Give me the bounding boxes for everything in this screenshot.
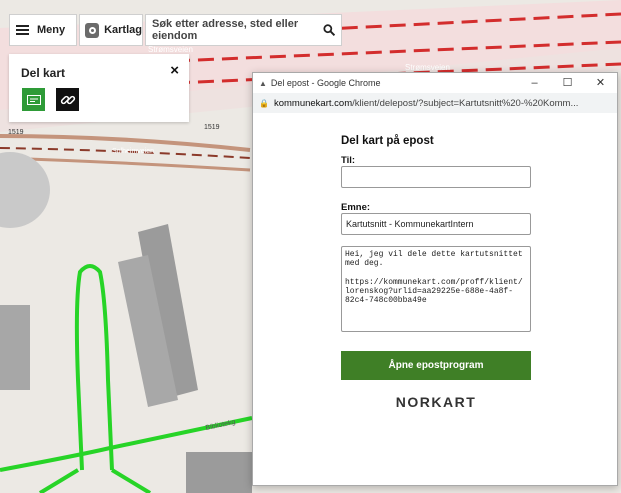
map-toolbar: Meny Kartlag Søk etter adresse, sted ell… [9, 14, 342, 46]
search-icon[interactable] [323, 23, 335, 37]
menu-label: Meny [37, 24, 66, 36]
message-field[interactable]: Hei, jeg vil dele dette kartutsnittet me… [341, 246, 531, 332]
share-email-button[interactable] [22, 88, 45, 111]
close-window-button[interactable]: ✕ [584, 73, 617, 93]
link-icon [60, 95, 75, 104]
street-label: Strømsveien [148, 45, 193, 54]
street-label: Solheimveien [112, 148, 154, 155]
address-bar[interactable]: 🔒 kommunekart.com/klient/delepost/?subje… [253, 93, 617, 113]
share-map-panel: Del kart × [9, 54, 189, 122]
lock-icon: 🔒 [259, 98, 269, 108]
minimize-button[interactable]: – [518, 73, 551, 93]
window-title: Del epost - Google Chrome [270, 78, 381, 88]
share-panel-title: Del kart [21, 66, 66, 80]
search-input[interactable]: Søk etter adresse, sted eller eiendom [145, 14, 342, 46]
share-panel-close-button[interactable]: × [170, 62, 179, 79]
open-email-program-button[interactable]: Åpne epostprogram [341, 351, 531, 380]
search-placeholder: Søk etter adresse, sted eller eiendom [152, 18, 299, 42]
layers-button[interactable]: Kartlag [79, 14, 143, 46]
street-label: 1519 [8, 129, 24, 136]
layers-icon [85, 22, 100, 38]
email-share-window: ▲ Del epost - Google Chrome – ☐ ✕ 🔒 komm… [252, 72, 618, 486]
layers-label: Kartlag [104, 24, 142, 36]
url-path: /klient/delepost/?subject=Kartutsnitt%20… [352, 97, 579, 109]
subject-field[interactable] [341, 213, 531, 235]
street-label: 1519 [204, 124, 220, 131]
window-titlebar[interactable]: ▲ Del epost - Google Chrome – ☐ ✕ [253, 73, 617, 93]
maximize-button[interactable]: ☐ [551, 73, 584, 93]
hamburger-icon [16, 25, 29, 35]
to-field[interactable] [341, 166, 531, 188]
share-link-button[interactable] [56, 88, 79, 111]
subject-label: Emne: [341, 202, 371, 213]
menu-button[interactable]: Meny [9, 14, 77, 46]
share-email-form: Del kart på epost Til: Emne: Hei, jeg vi… [341, 135, 531, 410]
email-icon [26, 94, 41, 105]
street-label: Strømsveien [405, 63, 450, 72]
norkart-logo: NORKART [395, 394, 477, 410]
form-heading: Del kart på epost [341, 135, 434, 147]
to-label: Til: [341, 155, 356, 166]
window-caret-icon: ▲ [259, 78, 267, 88]
url-host: kommunekart.com [273, 97, 353, 109]
